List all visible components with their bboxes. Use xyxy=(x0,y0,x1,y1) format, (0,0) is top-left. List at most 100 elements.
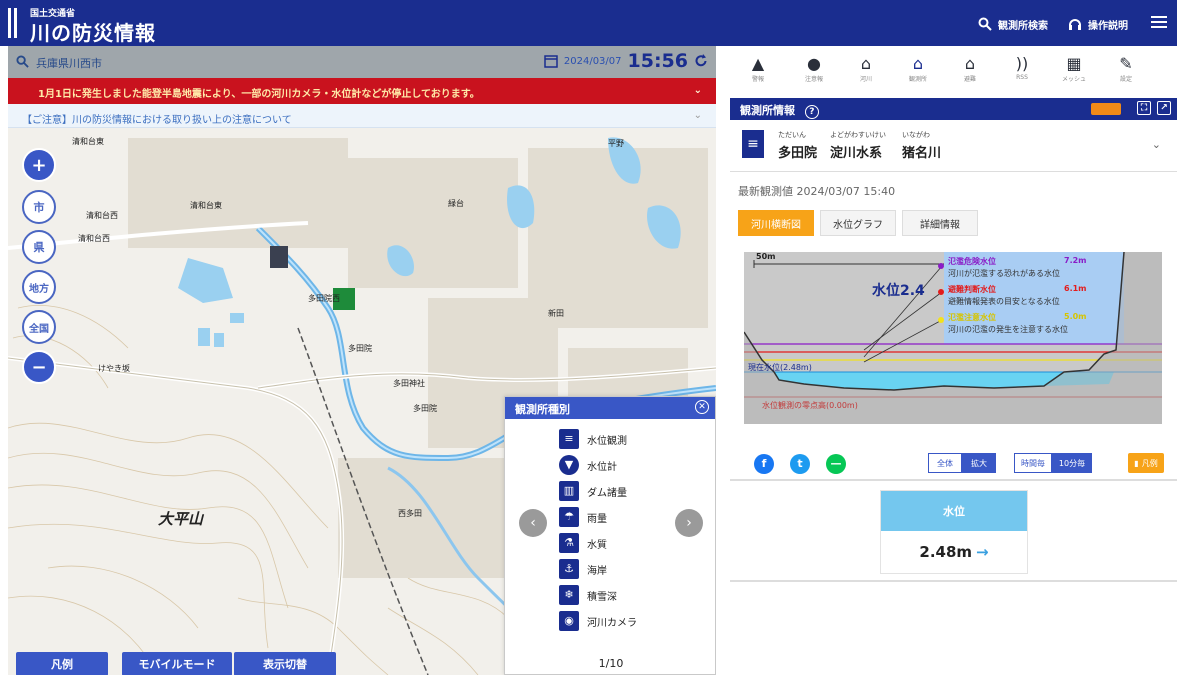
tool-label: 河川 xyxy=(859,76,872,83)
river-system: 淀川水系 xyxy=(830,146,883,161)
tab-cross-section[interactable]: 河川横断図 xyxy=(738,210,814,236)
current-time: 15:56 xyxy=(627,50,688,72)
evacuation-level-desc: 避難情報発表の目安となる水位 xyxy=(948,297,1060,306)
place-label: 多田神社 xyxy=(393,379,425,388)
tool-label: 警報 xyxy=(751,76,764,83)
zoom-in-button[interactable]: + xyxy=(22,148,56,182)
danger-level-value: 7.2m xyxy=(1064,256,1087,265)
location-search-bar[interactable]: 兵庫県川西市 2024/03/07 15:56 xyxy=(8,46,716,78)
umbrella-icon: ☂ xyxy=(559,507,579,527)
tool-river[interactable]: ⌂ 河川 xyxy=(846,54,886,90)
view-all-button[interactable]: 全体 xyxy=(928,453,962,473)
station-info-header: 観測所情報 ? ⛶ ↗ xyxy=(730,98,1177,120)
info-panel: ▲ 警報 ● 注意報 ⌂ 河川 ⌂ 観測所 ⌂ 避難 )) RSS ▦ メッシュ ✎ 設定 観測… xyxy=(730,46,1177,675)
refresh-icon[interactable] xyxy=(694,54,708,68)
chevron-right-icon[interactable]: › xyxy=(675,509,703,537)
calendar-icon[interactable] xyxy=(544,54,558,68)
menu-icon[interactable] xyxy=(1151,16,1167,29)
station-type-item[interactable]: ❄ 積雪深 xyxy=(559,585,617,605)
notice-banner[interactable]: 【ご注意】川の防災情報における取り扱い上の注意について ⌄ xyxy=(8,104,716,128)
date-time: 2024/03/07 15:56 xyxy=(544,50,708,72)
zoom-out-button[interactable]: − xyxy=(22,350,56,384)
station-name-ruby: ただいん xyxy=(778,131,806,139)
place-label: 緑台 xyxy=(448,199,464,208)
chart-legend-label: 凡例 xyxy=(1141,458,1158,468)
tool-label: 設定 xyxy=(1119,76,1132,83)
station-search-label: 観測所検索 xyxy=(998,20,1048,32)
alert-banner[interactable]: 1月1日に発生しました能登半島地震により、一部の河川カメラ・水位計などが停止して… xyxy=(8,78,716,104)
mountain-label: 大平山 xyxy=(158,510,204,528)
chevron-down-icon[interactable]: ⌄ xyxy=(694,110,702,121)
station-selector[interactable]: ≡ ただいん 多田院 よどがわすいけい 淀川水系 いながわ 猪名川 ⌄ xyxy=(730,120,1177,172)
chevron-down-icon[interactable]: ⌄ xyxy=(1152,138,1161,151)
mobile-mode-button[interactable]: モバイルモード xyxy=(122,652,232,675)
tool-warning[interactable]: ▲ 警報 xyxy=(738,54,778,90)
danger-level-desc: 河川が氾濫する恐れがある水位 xyxy=(948,269,1060,278)
app-title[interactable]: 川の防災情報 xyxy=(30,17,156,46)
station-type-item[interactable]: ▼ 水位計 xyxy=(559,455,617,475)
expand-icon[interactable]: ⛶ xyxy=(1137,101,1151,115)
place-label: 清和台西 xyxy=(78,234,110,243)
caution-level-value: 5.0m xyxy=(1064,312,1087,321)
rss-icon: )) xyxy=(1015,54,1029,73)
station-type-item[interactable]: ≡ 水位観測 xyxy=(559,429,627,449)
facebook-icon[interactable]: f xyxy=(754,454,774,474)
place-label: 多田院 xyxy=(348,344,372,353)
tab-details[interactable]: 詳細情報 xyxy=(902,210,978,236)
chevron-down-icon[interactable]: ⌄ xyxy=(694,85,702,96)
station-type-label: 海岸 xyxy=(587,565,607,577)
station-type-item[interactable]: ▥ ダム諸量 xyxy=(559,481,627,501)
place-label: 多田院 xyxy=(413,404,437,413)
river-cross-section: 50m 水位2.4 氾濫危険水位 7.2m 河川が氾濫する恐れがある水位 避難判… xyxy=(744,252,1162,424)
close-icon[interactable]: ✕ xyxy=(695,400,709,414)
tool-evacuation[interactable]: ⌂ 避難 xyxy=(950,54,990,90)
help-icon[interactable]: ? xyxy=(804,105,819,119)
water-level-station-icon: ≡ xyxy=(559,429,579,449)
chart-legend-button[interactable]: ▮ 凡例 xyxy=(1128,453,1164,473)
place-label: 新田 xyxy=(548,309,564,318)
alert-circle-icon: ● xyxy=(807,54,821,73)
shelter-icon: ⌂ xyxy=(964,54,976,73)
legend-button[interactable]: 凡例 xyxy=(16,652,108,675)
place-label: 西多田 xyxy=(398,509,422,518)
station-type-item[interactable]: ☂ 雨量 xyxy=(559,507,607,527)
dam-icon: ▥ xyxy=(559,481,579,501)
divider xyxy=(730,479,1177,481)
tool-station[interactable]: ⌂ 観測所 xyxy=(898,54,938,90)
station-type-item[interactable]: ⚗ 水質 xyxy=(559,533,607,553)
period-10min-button[interactable]: 10分毎 xyxy=(1052,453,1092,473)
zoom-prefecture-button[interactable]: 県 xyxy=(22,230,56,264)
tool-settings[interactable]: ✎ 設定 xyxy=(1106,54,1146,90)
search-icon xyxy=(16,55,29,68)
period-hourly-button[interactable]: 時間毎 xyxy=(1014,453,1052,473)
zoom-region-button[interactable]: 地方 xyxy=(22,270,56,304)
water-level-value: 2.48m xyxy=(919,543,973,561)
station-type-header: 観測所種別 ✕ xyxy=(505,397,715,419)
zoom-national-button[interactable]: 全国 xyxy=(22,310,56,344)
tool-label: 観測所 xyxy=(908,76,927,83)
zoom-city-button[interactable]: 市 xyxy=(22,190,56,224)
station-type-item[interactable]: ◉ 河川カメラ xyxy=(559,611,637,631)
line-icon[interactable]: — xyxy=(826,454,846,474)
grid-icon: ▦ xyxy=(1066,54,1082,73)
station-type-item[interactable]: ⚓ 海岸 xyxy=(559,559,607,579)
tool-mesh[interactable]: ▦ メッシュ xyxy=(1054,54,1094,90)
alert-text: 1月1日に発生しました能登半島地震により、一部の河川カメラ・水位計などが停止して… xyxy=(38,89,480,100)
river-name-ruby: いながわ xyxy=(902,131,930,139)
chevron-left-icon[interactable]: ‹ xyxy=(519,509,547,537)
display-toggle-button[interactable]: 表示切替 xyxy=(234,652,336,675)
water-level-title: 水位 xyxy=(881,491,1027,531)
help-button[interactable]: 操作説明 xyxy=(1068,14,1128,34)
tab-water-graph[interactable]: 水位グラフ xyxy=(820,210,896,236)
external-link-icon[interactable]: ↗ xyxy=(1157,101,1171,115)
tool-rss[interactable]: )) RSS xyxy=(1002,54,1042,90)
station-search-button[interactable]: 観測所検索 xyxy=(978,14,1048,34)
place-label: 平野 xyxy=(608,139,624,148)
station-type-label: 水質 xyxy=(587,539,607,551)
place-label: 清和台東 xyxy=(72,137,104,146)
twitter-icon[interactable]: t xyxy=(790,454,810,474)
tool-advisory[interactable]: ● 注意報 xyxy=(794,54,834,90)
tool-label: 注意報 xyxy=(804,76,823,83)
view-zoom-button[interactable]: 拡大 xyxy=(962,453,996,473)
headset-icon xyxy=(1069,19,1081,30)
